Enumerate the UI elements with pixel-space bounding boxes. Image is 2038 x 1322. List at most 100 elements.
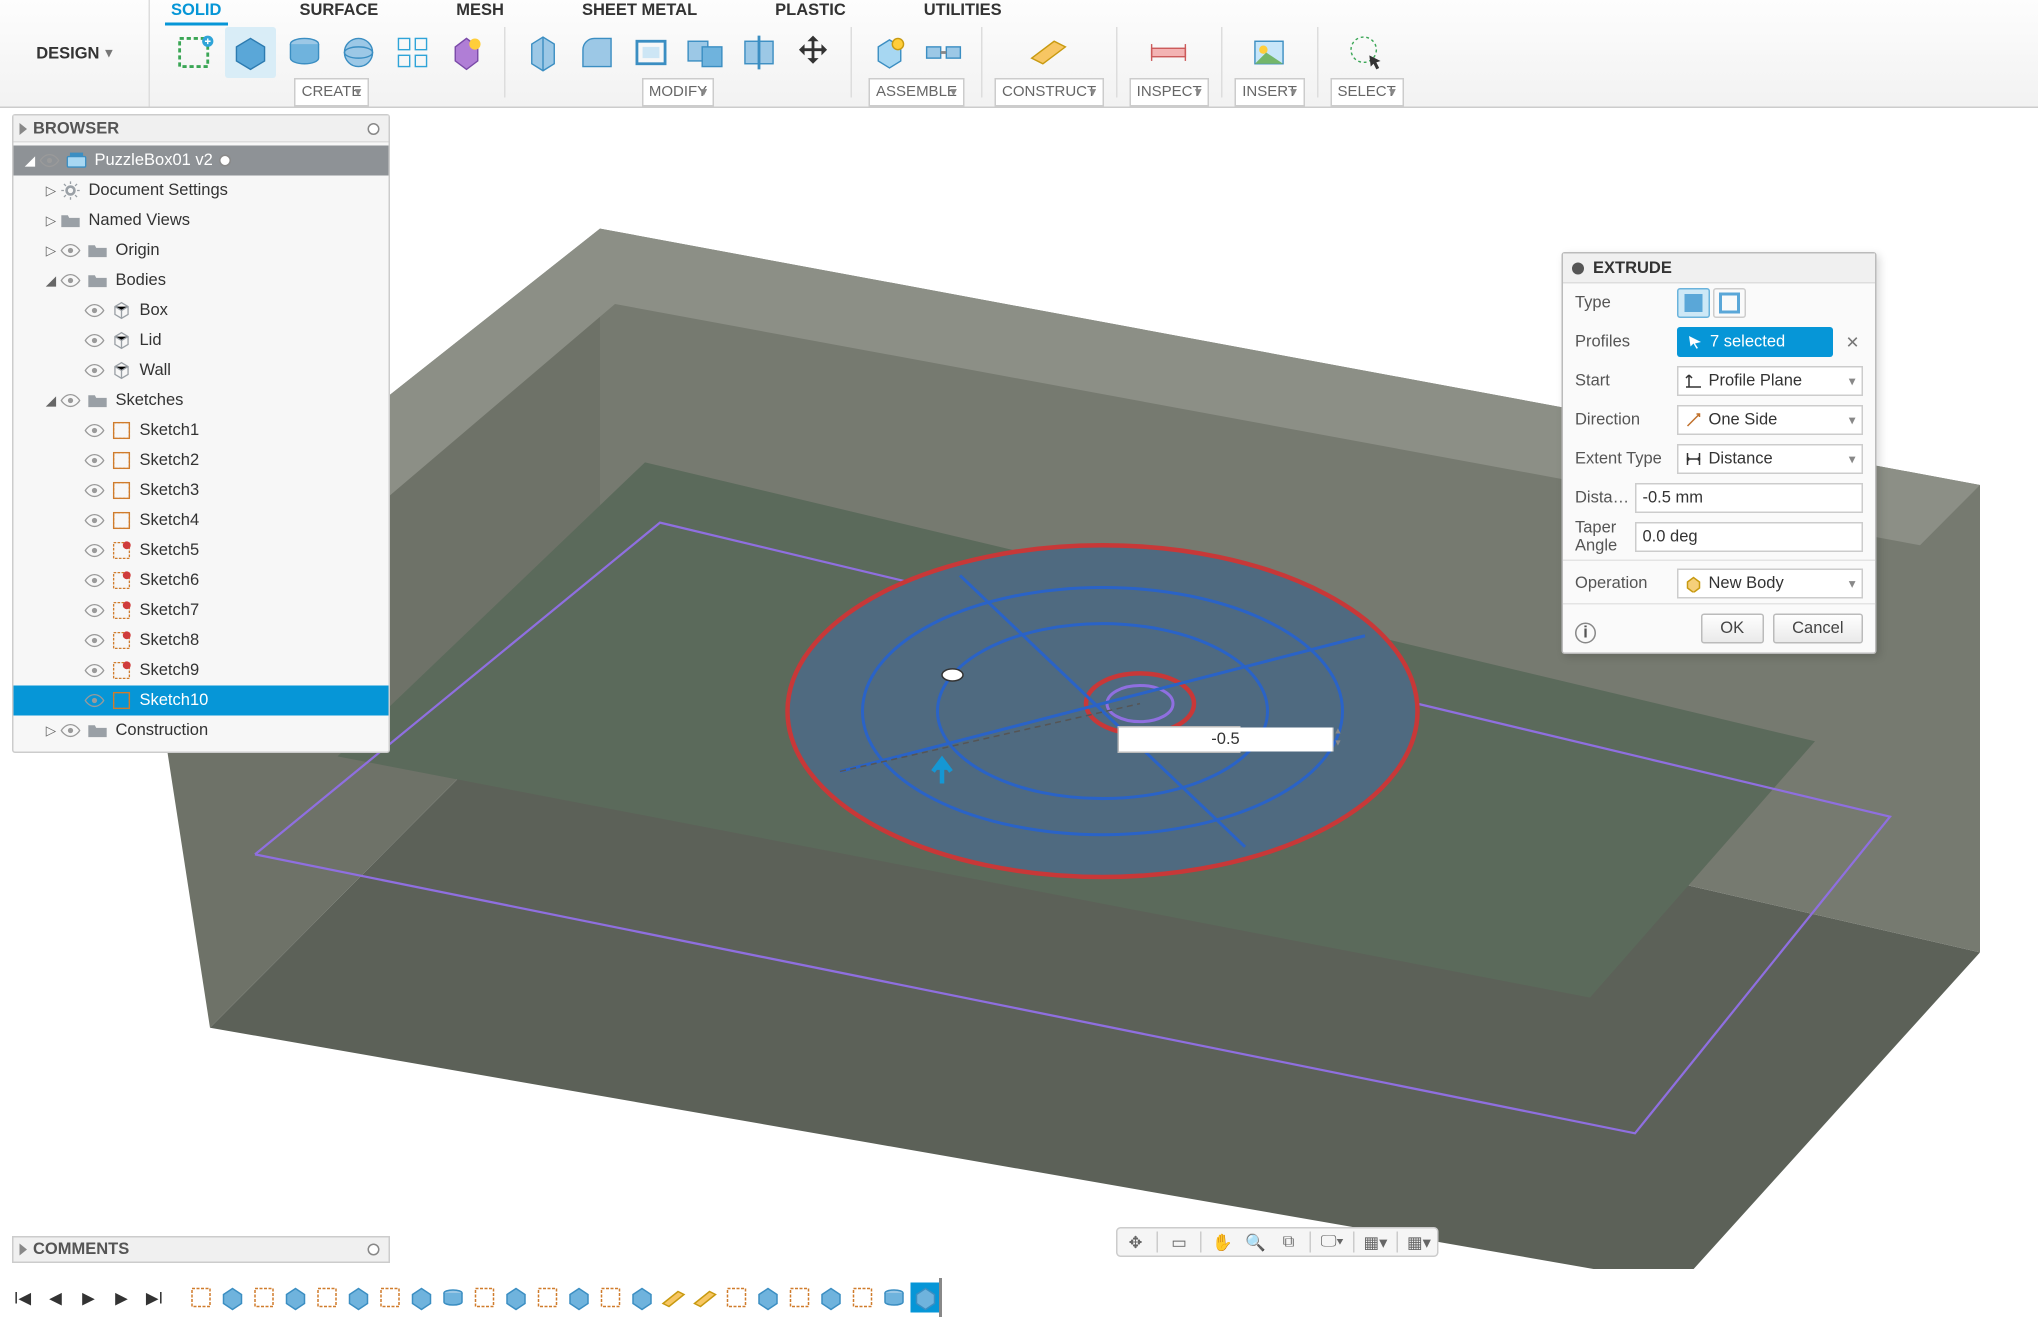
browser-collapse-icon[interactable]: [20, 122, 28, 134]
expand-icon[interactable]: ◢: [44, 272, 59, 289]
timeline-item-15[interactable]: [659, 1283, 689, 1313]
visibility-icon[interactable]: [59, 389, 83, 413]
timeline-item-12[interactable]: [564, 1283, 594, 1313]
tl-start-icon[interactable]: I◀: [9, 1284, 36, 1311]
visibility-icon[interactable]: [83, 659, 107, 683]
visibility-icon[interactable]: [83, 509, 107, 533]
sketch-node-8[interactable]: Sketch9: [14, 656, 389, 686]
activate-icon[interactable]: [219, 155, 231, 167]
sketch-node-3[interactable]: Sketch4: [14, 506, 389, 536]
timeline-item-4[interactable]: [312, 1283, 342, 1313]
distance-input[interactable]: [1635, 483, 1863, 513]
operation-dropdown[interactable]: New Body: [1677, 569, 1863, 599]
timeline-item-7[interactable]: [407, 1283, 437, 1313]
sphere-icon[interactable]: [333, 27, 384, 78]
type-solid-icon[interactable]: [1677, 288, 1710, 318]
taper-input[interactable]: [1635, 522, 1863, 552]
visibility-icon[interactable]: [59, 269, 83, 293]
timeline-item-1[interactable]: [218, 1283, 248, 1313]
tl-end-icon[interactable]: ▶I: [141, 1284, 168, 1311]
measure-icon[interactable]: [1144, 27, 1195, 78]
timeline-item-20[interactable]: [816, 1283, 846, 1313]
construction-node[interactable]: ▷Construction: [14, 716, 389, 746]
orbit-icon[interactable]: ✥: [1124, 1230, 1148, 1254]
visibility-icon[interactable]: [83, 629, 107, 653]
shell-icon[interactable]: [626, 27, 677, 78]
visibility-icon[interactable]: [83, 329, 107, 353]
bodies-node[interactable]: ◢Bodies: [14, 266, 389, 296]
combine-icon[interactable]: [680, 27, 731, 78]
visibility-icon[interactable]: [83, 419, 107, 443]
body-node-0[interactable]: Box: [14, 296, 389, 326]
construct-group-label[interactable]: CONSTRUCT: [995, 78, 1104, 107]
sketches-node[interactable]: ◢Sketches: [14, 386, 389, 416]
assemble-group-label[interactable]: ASSEMBLE: [869, 78, 965, 107]
sketch-node-0[interactable]: Sketch1: [14, 416, 389, 446]
named-views-node[interactable]: ▷Named Views: [14, 206, 389, 236]
tl-play-icon[interactable]: ▶: [75, 1284, 102, 1311]
timeline-marker[interactable]: [939, 1278, 942, 1317]
timeline-item-23[interactable]: [911, 1283, 941, 1313]
body-node-2[interactable]: Wall: [14, 356, 389, 386]
expand-icon[interactable]: ◢: [23, 152, 38, 169]
display-icon[interactable]: 🖵▾: [1320, 1230, 1344, 1254]
ok-button[interactable]: OK: [1701, 614, 1764, 644]
timeline-item-9[interactable]: [470, 1283, 500, 1313]
timeline-item-11[interactable]: [533, 1283, 563, 1313]
visibility-icon[interactable]: [83, 599, 107, 623]
presspull-icon[interactable]: [518, 27, 569, 78]
new-sketch-icon[interactable]: [171, 27, 222, 78]
start-dropdown[interactable]: Profile Plane: [1677, 366, 1863, 396]
direction-dropdown[interactable]: One Side: [1677, 405, 1863, 435]
profiles-chip[interactable]: 7 selected: [1677, 327, 1833, 357]
timeline-item-6[interactable]: [375, 1283, 405, 1313]
timeline-item-21[interactable]: [848, 1283, 878, 1313]
modify-group-label[interactable]: MODIFY: [641, 78, 714, 107]
sketch-node-9[interactable]: Sketch10: [14, 686, 389, 716]
timeline-item-22[interactable]: [879, 1283, 909, 1313]
type-thin-icon[interactable]: [1713, 288, 1746, 318]
extrude-icon[interactable]: [225, 27, 276, 78]
timeline-item-0[interactable]: [186, 1283, 216, 1313]
timeline-item-3[interactable]: [281, 1283, 311, 1313]
browser-options-icon[interactable]: [368, 122, 380, 134]
workspace-selector[interactable]: DESIGN: [0, 0, 150, 107]
profiles-clear-icon[interactable]: ✕: [1842, 332, 1863, 352]
select-group-label[interactable]: SELECT: [1330, 78, 1403, 107]
grid-icon[interactable]: ▦▾: [1364, 1230, 1388, 1254]
expand-icon[interactable]: ▷: [44, 722, 59, 739]
sketch-node-7[interactable]: Sketch8: [14, 626, 389, 656]
tl-prev-icon[interactable]: ◀: [42, 1284, 69, 1311]
pan-icon[interactable]: ✋: [1211, 1230, 1235, 1254]
comments-expand-icon[interactable]: [20, 1244, 28, 1256]
visibility-icon[interactable]: [83, 539, 107, 563]
create-group-label[interactable]: CREATE: [294, 78, 369, 107]
sketch-node-2[interactable]: Sketch3: [14, 476, 389, 506]
fillet-icon[interactable]: [572, 27, 623, 78]
visibility-icon[interactable]: [83, 689, 107, 713]
comments-panel[interactable]: COMMENTS: [12, 1236, 390, 1263]
plane-icon[interactable]: [1024, 27, 1075, 78]
timeline-item-19[interactable]: [785, 1283, 815, 1313]
doc-settings-node[interactable]: ▷Document Settings: [14, 176, 389, 206]
expand-icon[interactable]: ▷: [44, 242, 59, 259]
comments-options-icon[interactable]: [368, 1244, 380, 1256]
derive-icon[interactable]: [441, 27, 492, 78]
sketch-node-1[interactable]: Sketch2: [14, 446, 389, 476]
box-pattern-icon[interactable]: [387, 27, 438, 78]
inspect-group-label[interactable]: INSPECT: [1129, 78, 1209, 107]
visibility-icon[interactable]: [83, 359, 107, 383]
expand-icon[interactable]: ▷: [44, 212, 59, 229]
timeline-item-17[interactable]: [722, 1283, 752, 1313]
timeline-item-14[interactable]: [627, 1283, 657, 1313]
body-node-1[interactable]: Lid: [14, 326, 389, 356]
timeline-item-13[interactable]: [596, 1283, 626, 1313]
expand-icon[interactable]: ◢: [44, 392, 59, 409]
lookat-icon[interactable]: ▭: [1167, 1230, 1191, 1254]
dimension-input[interactable]: ▲▼: [1118, 726, 1241, 753]
insert-group-label[interactable]: INSERT: [1235, 78, 1305, 107]
viewports-icon[interactable]: ▦▾: [1407, 1230, 1431, 1254]
insert-icon[interactable]: [1244, 27, 1295, 78]
fit-icon[interactable]: ⧉: [1277, 1230, 1301, 1254]
timeline-item-8[interactable]: [438, 1283, 468, 1313]
